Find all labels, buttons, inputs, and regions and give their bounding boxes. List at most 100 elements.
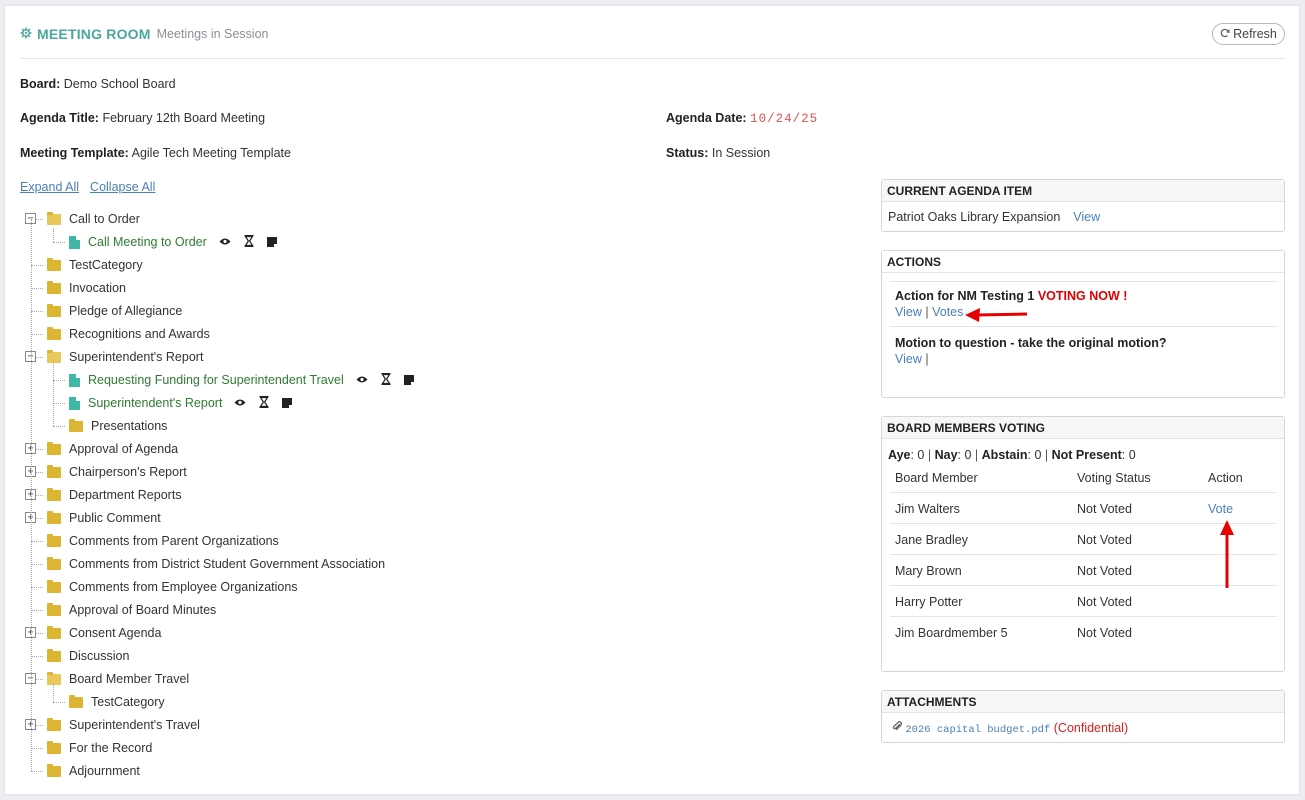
tree-item-label: Requesting Funding for Superintendent Tr… bbox=[88, 373, 344, 387]
actions-divider bbox=[890, 326, 1277, 327]
not-present-count: : 0 bbox=[1121, 448, 1136, 462]
tree-item-call-to-order[interactable]: Call to Order bbox=[47, 210, 140, 228]
tree-item-label: Comments from District Student Governmen… bbox=[69, 557, 386, 571]
member-name: Harry Potter bbox=[895, 595, 963, 609]
tree-item-comments-from-district-student-government-association[interactable]: Comments from District Student Governmen… bbox=[47, 555, 385, 573]
folder-icon bbox=[47, 602, 61, 616]
expand-all-link[interactable]: Expand All bbox=[20, 180, 79, 194]
attachment-file-link[interactable]: 2026 capital budget.pdf bbox=[905, 724, 1050, 736]
tally-separator: | bbox=[974, 448, 979, 462]
agenda-date-label: Agenda Date: bbox=[666, 111, 747, 125]
action-item-links: View | bbox=[895, 352, 929, 366]
current-item-view-link[interactable]: View bbox=[1073, 210, 1100, 224]
vote-link[interactable]: Vote bbox=[1208, 502, 1233, 516]
eye-icon[interactable] bbox=[356, 373, 368, 387]
tree-item-label: Call Meeting to Order bbox=[88, 235, 207, 249]
note-icon[interactable] bbox=[403, 375, 414, 385]
folder-icon bbox=[47, 533, 61, 547]
document-icon bbox=[69, 373, 80, 387]
agenda-date-field: Agenda Date: 10/24/25 bbox=[666, 111, 818, 126]
tree-item-recognitions-and-awards[interactable]: Recognitions and Awards bbox=[47, 325, 210, 343]
tree-item-approval-of-board-minutes[interactable]: Approval of Board Minutes bbox=[47, 601, 216, 619]
collapse-all-link[interactable]: Collapse All bbox=[90, 180, 155, 194]
tree-connector bbox=[53, 380, 65, 381]
document-icon bbox=[69, 396, 80, 410]
refresh-button[interactable]: Refresh bbox=[1212, 23, 1285, 45]
tree-item-label: Approval of Agenda bbox=[69, 442, 179, 456]
meeting-template-value: Agile Tech Meeting Template bbox=[131, 146, 291, 160]
tree-item-call-meeting-to-order[interactable]: Call Meeting to Order bbox=[69, 233, 277, 251]
voting-status: Not Voted bbox=[1077, 533, 1132, 547]
tree-item-department-reports[interactable]: Department Reports bbox=[47, 486, 182, 504]
table-divider bbox=[890, 492, 1277, 493]
tree-item-chairperson-s-report[interactable]: Chairperson's Report bbox=[47, 463, 187, 481]
agenda-title-value: February 12th Board Meeting bbox=[102, 111, 266, 125]
tree-connector bbox=[31, 564, 43, 565]
action-view-link[interactable]: View bbox=[895, 305, 922, 319]
action-view-link[interactable]: View bbox=[895, 352, 922, 366]
tree-item-requesting-funding-for-superintendent-travel[interactable]: Requesting Funding for Superintendent Tr… bbox=[69, 371, 414, 389]
action-votes-link[interactable]: Votes bbox=[932, 305, 963, 319]
not-present-label: Not Present bbox=[1051, 448, 1122, 462]
note-icon[interactable] bbox=[266, 237, 277, 247]
tally-separator: | bbox=[927, 448, 932, 462]
abstain-label: Abstain bbox=[981, 448, 1028, 462]
tree-item-label: Superintendent's Travel bbox=[69, 718, 200, 732]
tree-item-invocation[interactable]: Invocation bbox=[47, 279, 126, 297]
voting-status: Not Voted bbox=[1077, 595, 1132, 609]
table-divider bbox=[890, 616, 1277, 617]
tree-item-presentations[interactable]: Presentations bbox=[69, 417, 167, 435]
tree-item-superintendent-s-travel[interactable]: Superintendent's Travel bbox=[47, 716, 200, 734]
board-value: Demo School Board bbox=[63, 77, 176, 91]
tree-item-label: Approval of Board Minutes bbox=[69, 603, 217, 617]
tree-item-label: TestCategory bbox=[69, 258, 143, 272]
tree-item-approval-of-agenda[interactable]: Approval of Agenda bbox=[47, 440, 178, 458]
note-icon[interactable] bbox=[282, 398, 293, 408]
tree-item-pledge-of-allegiance[interactable]: Pledge of Allegiance bbox=[47, 302, 182, 320]
tree-item-testcategory[interactable]: TestCategory bbox=[69, 693, 165, 711]
tree-connector bbox=[31, 334, 43, 335]
folder-icon bbox=[47, 487, 61, 501]
tree-item-consent-agenda[interactable]: Consent Agenda bbox=[47, 624, 161, 642]
hourglass-icon[interactable] bbox=[243, 234, 255, 250]
tree-item-testcategory[interactable]: TestCategory bbox=[47, 256, 143, 274]
tree-item-for-the-record[interactable]: For the Record bbox=[47, 739, 152, 757]
attachments-heading: ATTACHMENTS bbox=[882, 691, 1284, 713]
tree-controls: Expand All Collapse All bbox=[20, 180, 155, 194]
tree-item-label: Recognitions and Awards bbox=[69, 327, 210, 341]
folder-open-icon bbox=[47, 349, 61, 363]
status-field: Status: In Session bbox=[666, 146, 770, 160]
tree-item-superintendent-s-report[interactable]: Superintendent's Report bbox=[47, 348, 203, 366]
tree-item-board-member-travel[interactable]: Board Member Travel bbox=[47, 670, 189, 688]
abstain-count: : 0 bbox=[1027, 448, 1042, 462]
aye-label: Aye bbox=[888, 448, 911, 462]
tree-item-superintendent-s-report[interactable]: Superintendent's Report bbox=[69, 394, 293, 412]
vote-tally: Aye: 0 | Nay: 0 | Abstain: 0 | Not Prese… bbox=[888, 448, 1136, 462]
tree-item-public-comment[interactable]: Public Comment bbox=[47, 509, 161, 527]
voting-now-badge: VOTING NOW ! bbox=[1037, 289, 1128, 303]
tree-item-label: Pledge of Allegiance bbox=[69, 304, 183, 318]
tree-item-comments-from-employee-organizations[interactable]: Comments from Employee Organizations bbox=[47, 578, 298, 596]
action-item-title-row: Action for NM Testing 1 VOTING NOW ! bbox=[895, 289, 1127, 303]
member-name: Mary Brown bbox=[895, 564, 962, 578]
hourglass-icon[interactable] bbox=[258, 395, 270, 411]
paperclip-icon bbox=[892, 721, 905, 735]
folder-icon bbox=[47, 510, 61, 524]
tree-item-adjournment[interactable]: Adjournment bbox=[47, 762, 140, 780]
status-label: Status: bbox=[666, 146, 709, 160]
tree-item-comments-from-parent-organizations[interactable]: Comments from Parent Organizations bbox=[47, 532, 279, 550]
tree-connector bbox=[53, 702, 65, 703]
agenda-title-field: Agenda Title: February 12th Board Meetin… bbox=[20, 111, 265, 125]
status-value: In Session bbox=[711, 146, 771, 160]
action-item-title: Action for NM Testing 1 bbox=[895, 289, 1035, 303]
hourglass-icon[interactable] bbox=[380, 372, 392, 388]
tree-item-label: Presentations bbox=[91, 419, 168, 433]
tree-connector bbox=[31, 311, 43, 312]
voting-status: Not Voted bbox=[1077, 564, 1132, 578]
folder-icon bbox=[47, 740, 61, 754]
eye-icon[interactable] bbox=[219, 235, 231, 249]
eye-icon[interactable] bbox=[234, 396, 246, 410]
tree-item-discussion[interactable]: Discussion bbox=[47, 647, 129, 665]
tree-connector bbox=[31, 587, 43, 588]
actions-box: ACTIONS Action for NM Testing 1 VOTING N… bbox=[881, 250, 1285, 398]
